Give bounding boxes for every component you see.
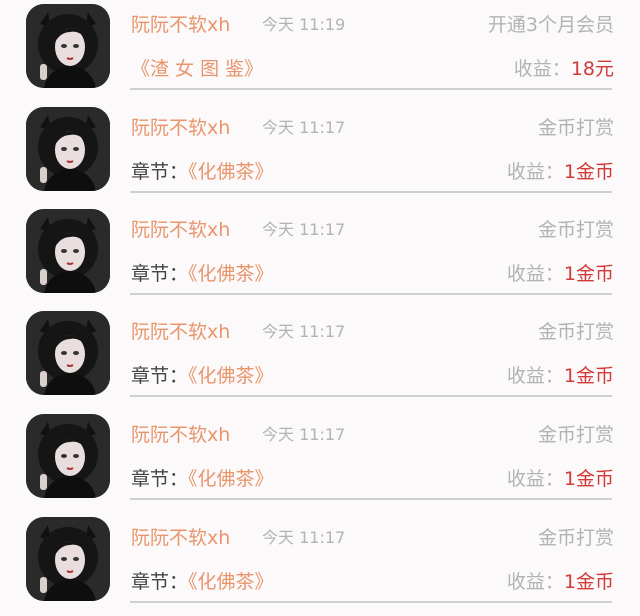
divider: [130, 395, 612, 397]
detail-line: 章节：《化佛茶》: [131, 362, 274, 390]
earnings-label: 收益：: [506, 365, 564, 387]
divider: [130, 191, 612, 193]
user-name[interactable]: 阮阮不软xh: [131, 319, 230, 345]
earnings-value: 18元: [570, 58, 614, 80]
work-title-link[interactable]: 《化佛茶》: [188, 263, 274, 285]
timestamp: 今天 11:19: [262, 15, 346, 34]
user-name[interactable]: 阮阮不软xh: [131, 217, 230, 243]
work-title-link[interactable]: 《化佛茶》: [188, 468, 274, 490]
user-avatar-icon[interactable]: [26, 311, 110, 395]
work-title-link[interactable]: 《化佛茶》: [188, 571, 274, 593]
detail-prefix: 章节：: [131, 468, 189, 490]
user-name[interactable]: 阮阮不软xh: [131, 115, 230, 141]
earnings-value: 1金币: [563, 571, 614, 593]
earnings-list: 阮阮不软xh 今天 11:19 开通3个月会员 《渣 女 图 鉴》 收益：18元: [0, 0, 640, 616]
user-name[interactable]: 阮阮不软xh: [131, 422, 230, 448]
earnings-label: 收益：: [506, 571, 564, 593]
action-type: 金币打赏: [537, 219, 614, 241]
action-type: 金币打赏: [537, 117, 614, 139]
earnings: 收益：18元: [514, 55, 614, 83]
action-type: 金币打赏: [537, 424, 614, 446]
action-type: 金币打赏: [537, 321, 614, 343]
list-item[interactable]: 阮阮不软xh 今天 11:17 金币打赏 章节：《化佛茶》 收益：1金币: [0, 307, 640, 410]
detail-line: 章节：《化佛茶》: [131, 260, 274, 288]
user-avatar-icon[interactable]: [26, 414, 110, 498]
work-title-link[interactable]: 《化佛茶》: [188, 365, 274, 387]
timestamp: 今天 11:17: [262, 118, 346, 137]
list-item[interactable]: 阮阮不软xh 今天 11:17 金币打赏 章节：《化佛茶》 收益：1金币: [0, 205, 640, 308]
user-avatar-icon[interactable]: [26, 107, 110, 191]
earnings: 收益：1金币: [507, 362, 614, 390]
detail-prefix: 章节：: [131, 365, 189, 387]
work-title-link[interactable]: 《渣 女 图 鉴》: [131, 58, 263, 80]
detail-line: 章节：《化佛茶》: [131, 568, 274, 596]
timestamp: 今天 11:17: [262, 528, 346, 547]
user-name[interactable]: 阮阮不软xh: [131, 525, 230, 551]
earnings-label: 收益：: [506, 263, 564, 285]
list-item[interactable]: 阮阮不软xh 今天 11:17 金币打赏 章节：《化佛茶》 收益：1金币: [0, 513, 640, 616]
timestamp: 今天 11:17: [262, 322, 346, 341]
detail-line: 章节：《化佛茶》: [131, 465, 274, 493]
detail-line: 章节：《化佛茶》: [131, 158, 274, 186]
earnings-value: 1金币: [563, 161, 614, 183]
earnings-label: 收益：: [506, 161, 564, 183]
timestamp: 今天 11:17: [262, 220, 346, 239]
detail-prefix: 章节：: [131, 571, 189, 593]
list-item[interactable]: 阮阮不软xh 今天 11:19 开通3个月会员 《渣 女 图 鉴》 收益：18元: [0, 0, 640, 103]
earnings: 收益：1金币: [507, 465, 614, 493]
earnings: 收益：1金币: [507, 158, 614, 186]
list-item[interactable]: 阮阮不软xh 今天 11:17 金币打赏 章节：《化佛茶》 收益：1金币: [0, 103, 640, 206]
divider: [130, 88, 612, 90]
divider: [130, 601, 612, 603]
detail-prefix: 章节：: [131, 263, 189, 285]
divider: [130, 498, 612, 500]
action-type: 开通3个月会员: [487, 14, 614, 36]
detail-line: 《渣 女 图 鉴》: [131, 55, 263, 83]
earnings-value: 1金币: [563, 468, 614, 490]
detail-prefix: 章节：: [131, 161, 189, 183]
divider: [130, 293, 612, 295]
user-avatar-icon[interactable]: [26, 517, 110, 601]
user-avatar-icon[interactable]: [26, 209, 110, 293]
action-type: 金币打赏: [537, 527, 614, 549]
earnings-label: 收益：: [513, 58, 571, 80]
earnings-label: 收益：: [506, 468, 564, 490]
timestamp: 今天 11:17: [262, 425, 346, 444]
user-avatar-icon[interactable]: [26, 4, 110, 88]
earnings-value: 1金币: [563, 365, 614, 387]
earnings-value: 1金币: [563, 263, 614, 285]
earnings: 收益：1金币: [507, 568, 614, 596]
earnings: 收益：1金币: [507, 260, 614, 288]
list-item[interactable]: 阮阮不软xh 今天 11:17 金币打赏 章节：《化佛茶》 收益：1金币: [0, 410, 640, 513]
user-name[interactable]: 阮阮不软xh: [131, 12, 230, 38]
work-title-link[interactable]: 《化佛茶》: [188, 161, 274, 183]
